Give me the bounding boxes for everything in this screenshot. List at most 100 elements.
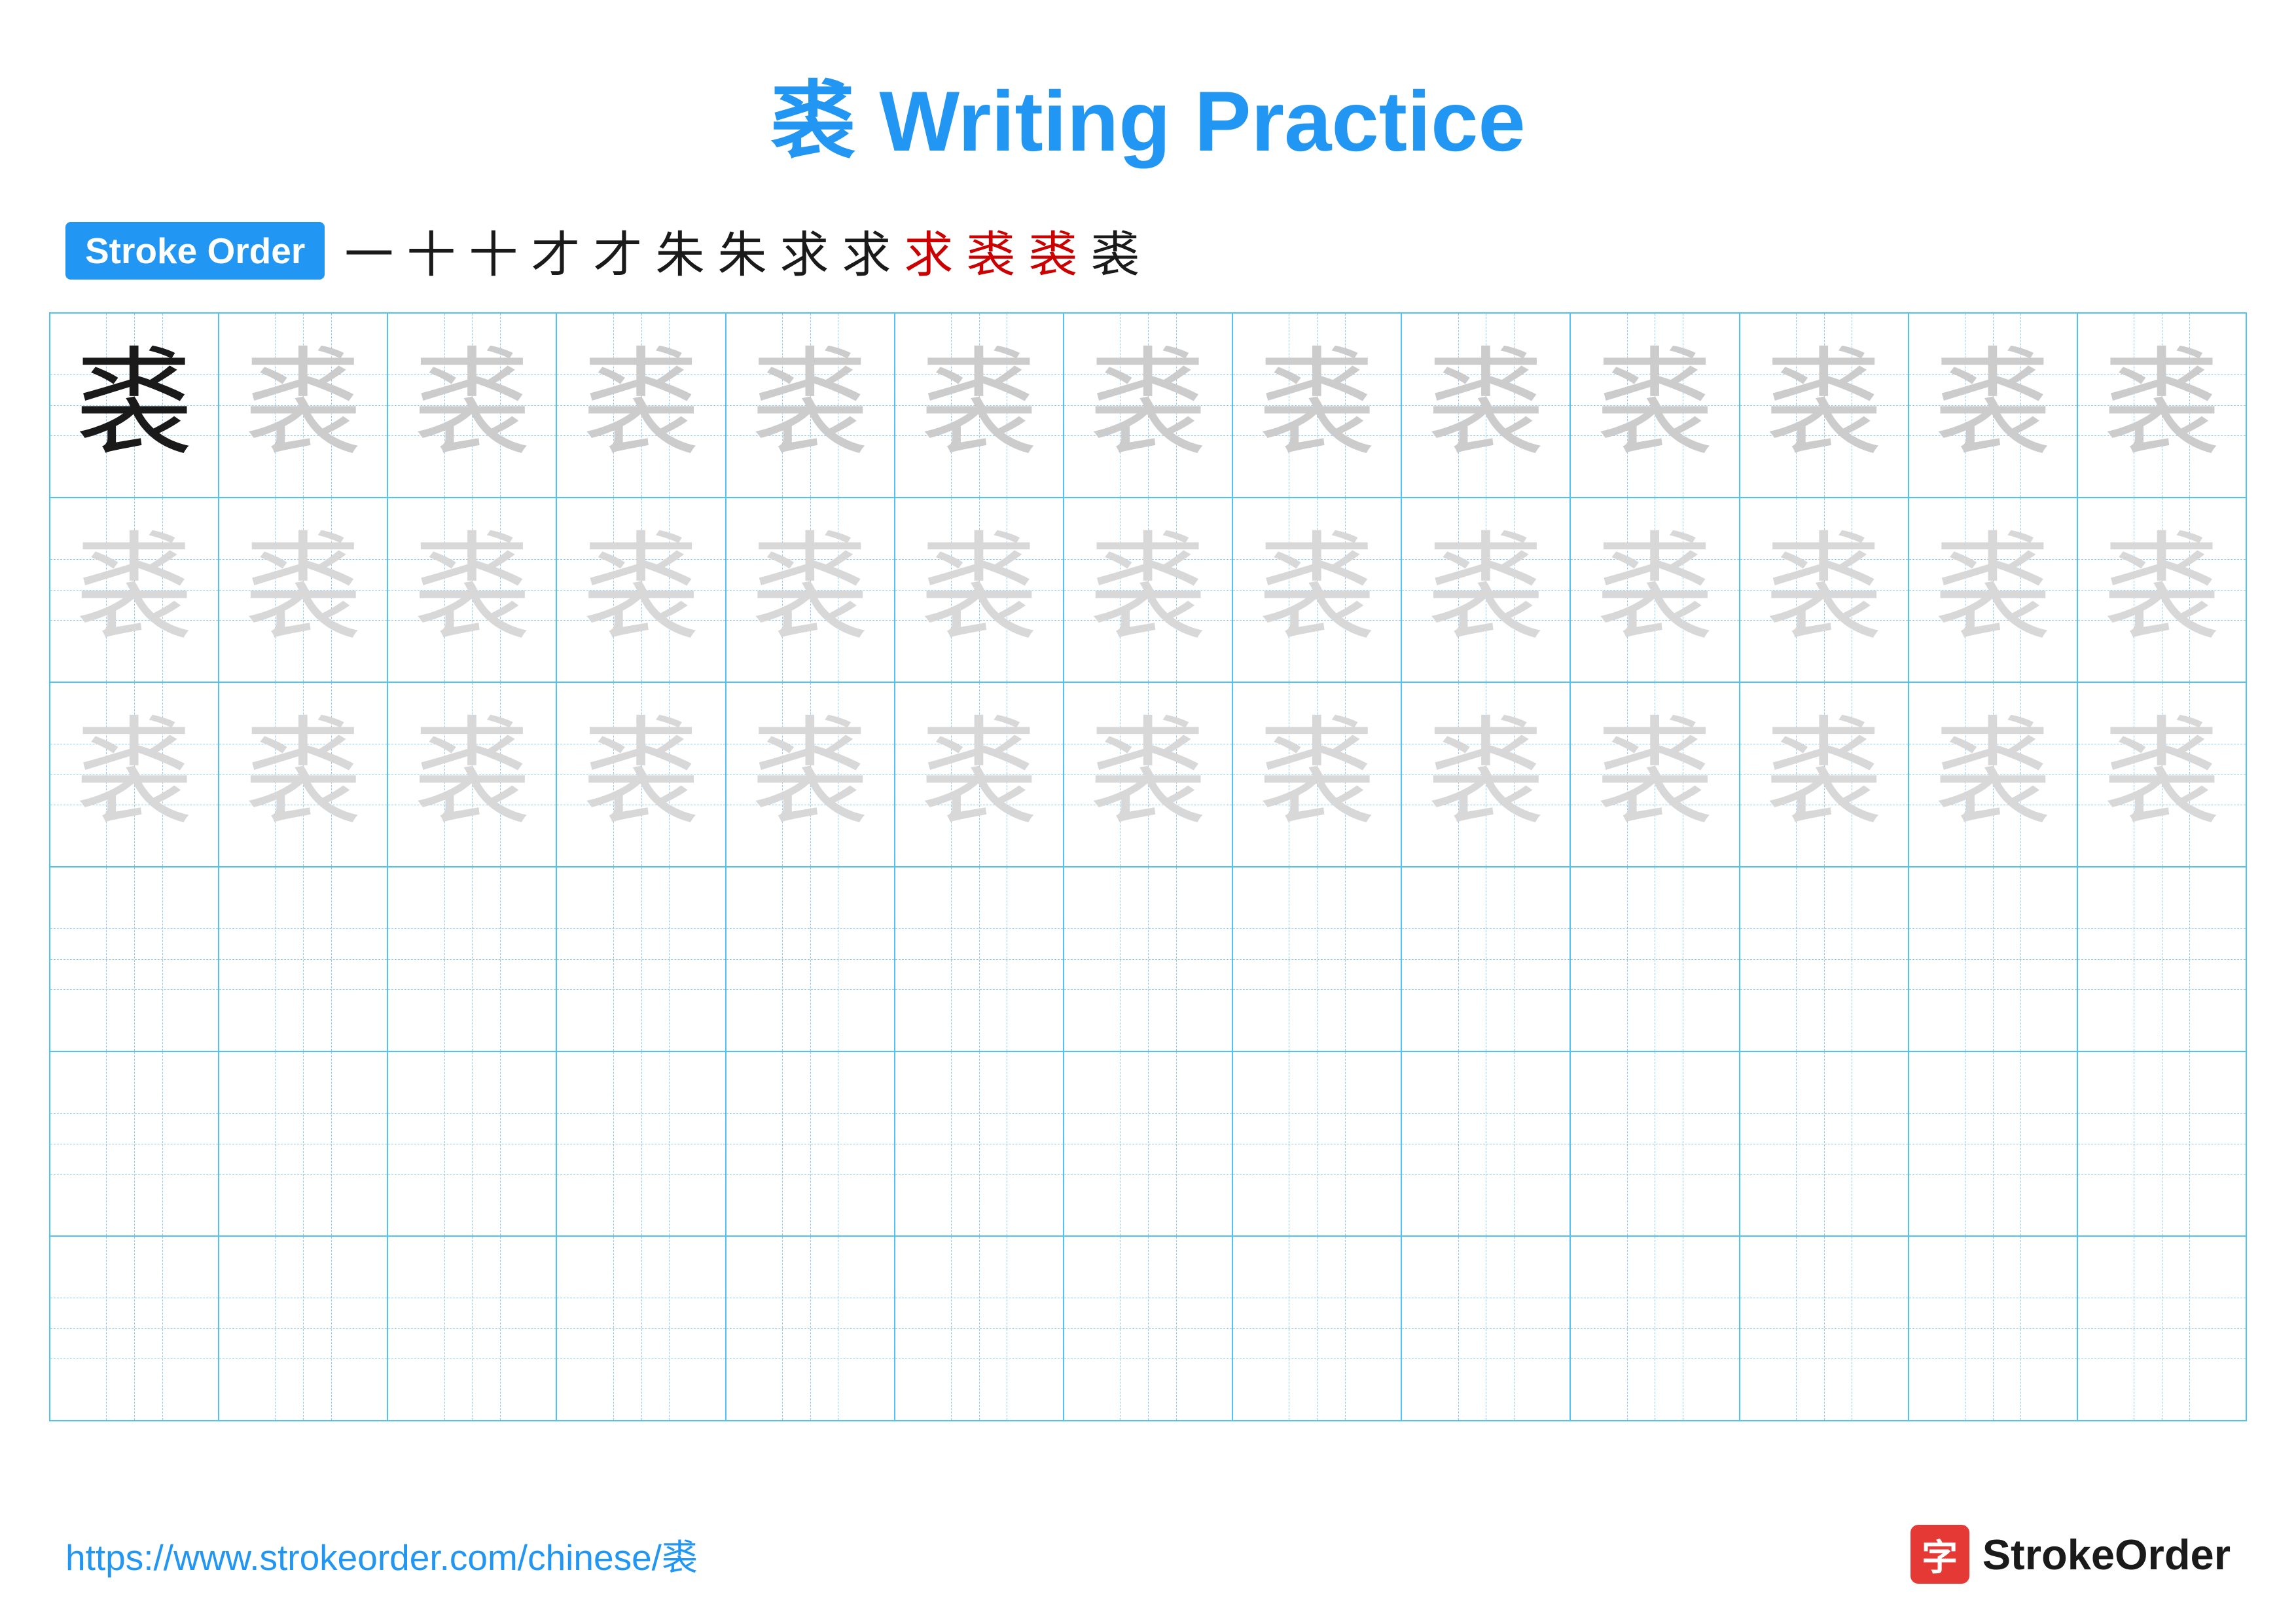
grid-cell-6-13[interactable] xyxy=(2078,1237,2246,1420)
grid-cell-4-7[interactable] xyxy=(1064,867,1233,1051)
char-3-12: 裘 xyxy=(1934,716,2052,833)
grid-cell-3-5[interactable]: 裘 xyxy=(726,683,895,866)
char-2-12: 裘 xyxy=(1934,531,2052,649)
grid-cell-5-4[interactable] xyxy=(557,1052,726,1235)
char-2-11: 裘 xyxy=(1765,531,1883,649)
grid-cell-6-4[interactable] xyxy=(557,1237,726,1420)
grid-cell-5-7[interactable] xyxy=(1064,1052,1233,1235)
practice-grid-container: 裘 裘 裘 裘 裘 xyxy=(0,312,2296,1421)
grid-cell-4-1[interactable] xyxy=(50,867,219,1051)
char-1-11: 裘 xyxy=(1765,346,1883,464)
grid-cell-4-12[interactable] xyxy=(1909,867,2078,1051)
grid-cell-5-10[interactable] xyxy=(1571,1052,1740,1235)
grid-cell-3-13[interactable]: 裘 xyxy=(2078,683,2246,866)
grid-cell-3-3[interactable]: 裘 xyxy=(388,683,557,866)
grid-cell-3-9[interactable]: 裘 xyxy=(1402,683,1571,866)
grid-cell-6-11[interactable] xyxy=(1740,1237,1909,1420)
grid-cell-4-3[interactable] xyxy=(388,867,557,1051)
grid-cell-4-5[interactable] xyxy=(726,867,895,1051)
grid-cell-2-10[interactable]: 裘 xyxy=(1571,498,1740,682)
grid-cell-6-10[interactable] xyxy=(1571,1237,1740,1420)
grid-cell-2-11[interactable]: 裘 xyxy=(1740,498,1909,682)
grid-cell-1-11[interactable]: 裘 xyxy=(1740,314,1909,497)
grid-cell-2-7[interactable]: 裘 xyxy=(1064,498,1233,682)
grid-cell-4-4[interactable] xyxy=(557,867,726,1051)
stroke-2: 十 xyxy=(406,215,456,286)
grid-cell-3-10[interactable]: 裘 xyxy=(1571,683,1740,866)
grid-cell-2-6[interactable]: 裘 xyxy=(895,498,1064,682)
grid-cell-2-9[interactable]: 裘 xyxy=(1402,498,1571,682)
grid-cell-2-8[interactable]: 裘 xyxy=(1233,498,1402,682)
grid-cell-5-6[interactable] xyxy=(895,1052,1064,1235)
brand-icon: 字 xyxy=(1910,1525,1969,1584)
grid-cell-2-4[interactable]: 裘 xyxy=(557,498,726,682)
grid-cell-4-6[interactable] xyxy=(895,867,1064,1051)
grid-cell-3-2[interactable]: 裘 xyxy=(219,683,388,866)
grid-cell-1-9[interactable]: 裘 xyxy=(1402,314,1571,497)
grid-cell-5-11[interactable] xyxy=(1740,1052,1909,1235)
grid-cell-1-10[interactable]: 裘 xyxy=(1571,314,1740,497)
grid-cell-3-7[interactable]: 裘 xyxy=(1064,683,1233,866)
grid-cell-1-3[interactable]: 裘 xyxy=(388,314,557,497)
grid-cell-6-12[interactable] xyxy=(1909,1237,2078,1420)
grid-cell-2-2[interactable]: 裘 xyxy=(219,498,388,682)
grid-cell-3-8[interactable]: 裘 xyxy=(1233,683,1402,866)
grid-cell-6-9[interactable] xyxy=(1402,1237,1571,1420)
grid-cell-4-9[interactable] xyxy=(1402,867,1571,1051)
grid-cell-4-10[interactable] xyxy=(1571,867,1740,1051)
grid-cell-1-13[interactable]: 裘 xyxy=(2078,314,2246,497)
grid-row-6 xyxy=(50,1237,2246,1420)
grid-cell-1-4[interactable]: 裘 xyxy=(557,314,726,497)
grid-cell-2-1[interactable]: 裘 xyxy=(50,498,219,682)
char-2-5: 裘 xyxy=(751,531,869,649)
grid-cell-6-2[interactable] xyxy=(219,1237,388,1420)
grid-cell-5-5[interactable] xyxy=(726,1052,895,1235)
grid-cell-5-9[interactable] xyxy=(1402,1052,1571,1235)
grid-cell-5-8[interactable] xyxy=(1233,1052,1402,1235)
stroke-8: 求 xyxy=(780,215,829,286)
char-1-2: 裘 xyxy=(244,346,362,464)
grid-cell-5-13[interactable] xyxy=(2078,1052,2246,1235)
grid-cell-2-12[interactable]: 裘 xyxy=(1909,498,2078,682)
grid-cell-2-3[interactable]: 裘 xyxy=(388,498,557,682)
grid-cell-5-2[interactable] xyxy=(219,1052,388,1235)
grid-cell-2-5[interactable]: 裘 xyxy=(726,498,895,682)
grid-cell-5-3[interactable] xyxy=(388,1052,557,1235)
char-3-9: 裘 xyxy=(1427,716,1545,833)
grid-cell-1-1[interactable]: 裘 xyxy=(50,314,219,497)
grid-cell-6-7[interactable] xyxy=(1064,1237,1233,1420)
grid-row-1: 裘 裘 裘 裘 裘 xyxy=(50,314,2246,498)
grid-cell-5-12[interactable] xyxy=(1909,1052,2078,1235)
char-2-3: 裘 xyxy=(413,531,531,649)
grid-cell-4-13[interactable] xyxy=(2078,867,2246,1051)
grid-cell-6-3[interactable] xyxy=(388,1237,557,1420)
grid-cell-1-6[interactable]: 裘 xyxy=(895,314,1064,497)
grid-cell-3-11[interactable]: 裘 xyxy=(1740,683,1909,866)
grid-cell-3-4[interactable]: 裘 xyxy=(557,683,726,866)
grid-cell-6-5[interactable] xyxy=(726,1237,895,1420)
grid-cell-1-8[interactable]: 裘 xyxy=(1233,314,1402,497)
grid-cell-1-2[interactable]: 裘 xyxy=(219,314,388,497)
grid-cell-1-7[interactable]: 裘 xyxy=(1064,314,1233,497)
grid-row-3: 裘 裘 裘 裘 裘 xyxy=(50,683,2246,867)
grid-cell-4-8[interactable] xyxy=(1233,867,1402,1051)
grid-cell-4-2[interactable] xyxy=(219,867,388,1051)
stroke-10: 求 xyxy=(904,215,953,286)
grid-cell-3-12[interactable]: 裘 xyxy=(1909,683,2078,866)
grid-cell-1-12[interactable]: 裘 xyxy=(1909,314,2078,497)
grid-cell-6-1[interactable] xyxy=(50,1237,219,1420)
grid-cell-3-6[interactable]: 裘 xyxy=(895,683,1064,866)
char-1-3: 裘 xyxy=(413,346,531,464)
practice-grid: 裘 裘 裘 裘 裘 xyxy=(49,312,2247,1421)
grid-cell-6-8[interactable] xyxy=(1233,1237,1402,1420)
grid-cell-2-13[interactable]: 裘 xyxy=(2078,498,2246,682)
grid-cell-5-1[interactable] xyxy=(50,1052,219,1235)
website-url[interactable]: https://www.strokeorder.com/chinese/裘 xyxy=(65,1528,698,1580)
stroke-order-row: Stroke Order 一 十 十 才 才 朱 朱 求 求 求 裘 裘 裘 xyxy=(0,215,2296,286)
grid-row-2: 裘 裘 裘 裘 裘 xyxy=(50,498,2246,683)
bottom-row: https://www.strokeorder.com/chinese/裘 字 … xyxy=(0,1525,2296,1584)
grid-cell-3-1[interactable]: 裘 xyxy=(50,683,219,866)
grid-cell-4-11[interactable] xyxy=(1740,867,1909,1051)
grid-cell-1-5[interactable]: 裘 xyxy=(726,314,895,497)
grid-cell-6-6[interactable] xyxy=(895,1237,1064,1420)
